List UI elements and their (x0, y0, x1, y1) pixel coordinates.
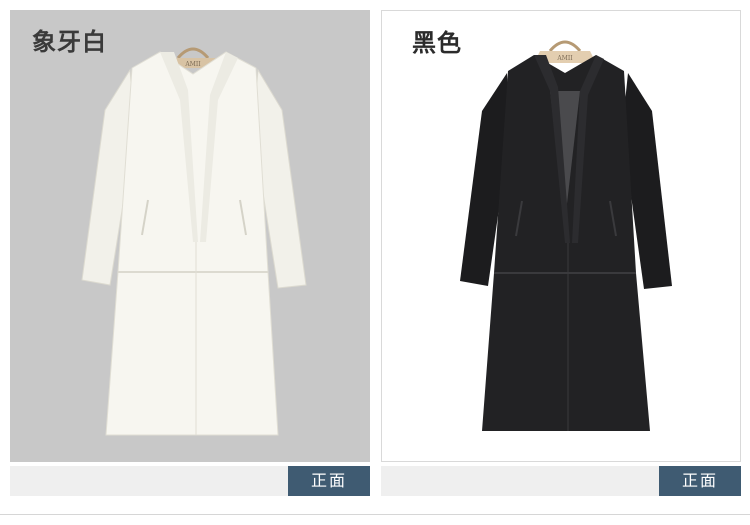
black-coat-image: AMII (460, 40, 672, 431)
coat-body (105, 51, 279, 436)
hanger-tag: AMII (556, 55, 573, 62)
divider (0, 514, 750, 515)
hanger-hook (176, 47, 210, 59)
color-label-ivory: 象牙白 (32, 28, 107, 56)
front-view-tag-ivory: 正面 (288, 466, 370, 496)
color-label-black: 黑色 (412, 29, 462, 57)
product-photo-black: AMII 黑色 (381, 10, 741, 462)
hanger-hook (548, 40, 582, 52)
hanger-tag: AMII (184, 61, 201, 68)
ivory-coat-image: AMII (81, 47, 307, 436)
caption-bar-black: 正面 (381, 466, 741, 496)
caption-bar-ivory: 正面 (10, 466, 370, 496)
front-view-tag-black: 正面 (659, 466, 741, 496)
product-photo-ivory: AMII 象牙白 (10, 10, 370, 462)
